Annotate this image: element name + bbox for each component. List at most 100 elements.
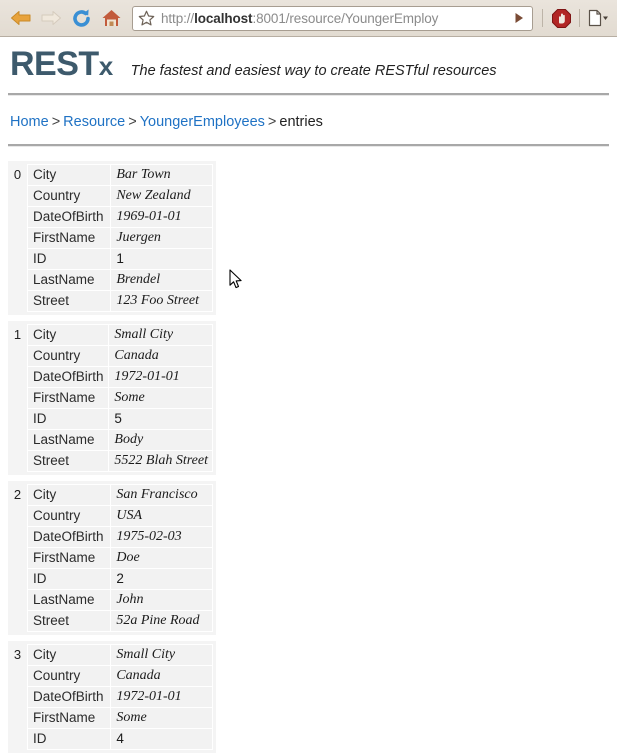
field-value: 1975-02-03	[111, 527, 212, 547]
entry-index: 1	[13, 327, 22, 342]
url-text[interactable]: http://localhost:8001/resource/YoungerEm…	[161, 11, 508, 26]
table-row: FirstName Doe	[28, 548, 212, 568]
entry-fields-table: City San Francisco Country USA DateOfBirth 19…	[27, 484, 213, 632]
field-key: Street	[28, 451, 109, 471]
field-value: New Zealand	[111, 186, 212, 206]
field-key: ID	[28, 569, 111, 589]
entry-index: 3	[13, 647, 22, 662]
breadcrumb-separator: >	[51, 114, 61, 130]
breadcrumb-separator: >	[128, 114, 137, 130]
breadcrumb-separator: >	[267, 114, 277, 130]
table-row: ID 4	[28, 729, 212, 749]
adblock-stop-icon	[551, 8, 571, 28]
entry-index: 2	[13, 487, 22, 502]
page-body: RESTx The fastest and easiest way to cre…	[0, 37, 617, 753]
browser-toolbar: http://localhost:8001/resource/YoungerEm…	[0, 0, 617, 37]
breadcrumb-item-youngeremployees[interactable]: YoungerEmployees	[140, 114, 265, 130]
table-row: DateOfBirth 1972-01-01	[28, 367, 212, 387]
breadcrumb: Home > Resource > YoungerEmployees > entries	[8, 96, 609, 144]
table-row: LastName Brendel	[28, 270, 212, 290]
field-key: LastName	[28, 270, 111, 290]
field-value: Small City	[109, 325, 212, 345]
field-value: 4	[111, 729, 212, 749]
field-value: San Francisco	[111, 485, 212, 505]
field-key: FirstName	[28, 548, 111, 568]
field-key: City	[28, 485, 111, 505]
toolbar-divider	[542, 9, 543, 27]
table-row: ID 2	[28, 569, 212, 589]
table-row: FirstName Some	[28, 388, 212, 408]
table-row: ID 1	[28, 249, 212, 269]
field-key: Country	[28, 506, 111, 526]
field-value: USA	[111, 506, 212, 526]
field-key: Street	[28, 291, 111, 311]
site-header: RESTx The fastest and easiest way to cre…	[8, 37, 609, 81]
entry-fields-table: City Bar Town Country New Zealand DateOfBirt…	[27, 164, 213, 312]
table-row: FirstName Some	[28, 708, 212, 728]
page-dropdown-icon	[588, 9, 608, 27]
breadcrumb-item-home[interactable]: Home	[10, 114, 49, 130]
table-row: Country Canada	[28, 666, 212, 686]
site-title-main: REST	[10, 45, 99, 83]
table-row: Country Canada	[28, 346, 212, 366]
star-icon[interactable]	[138, 10, 155, 27]
table-row: City Bar Town	[28, 165, 212, 185]
toolbar-divider-2	[579, 9, 580, 27]
url-rest: :8001/resource/YoungerEmploy	[252, 10, 439, 26]
forward-button[interactable]	[36, 3, 66, 33]
field-value: 5	[109, 409, 212, 429]
field-value: John	[111, 590, 212, 610]
field-key: ID	[28, 249, 111, 269]
go-button[interactable]	[508, 7, 530, 30]
address-bar[interactable]: http://localhost:8001/resource/YoungerEm…	[132, 5, 533, 31]
entry-fields-table: City Small City Country Canada DateOfBirth 19…	[27, 324, 213, 472]
table-row: Street 52a Pine Road	[28, 611, 212, 631]
field-key: Country	[28, 186, 111, 206]
table-row: City San Francisco	[28, 485, 212, 505]
field-key: DateOfBirth	[28, 527, 111, 547]
table-row: City Small City	[28, 325, 212, 345]
table-row: Country USA	[28, 506, 212, 526]
field-value: Brendel	[111, 270, 212, 290]
reload-icon	[72, 9, 90, 27]
field-key: Country	[28, 346, 109, 366]
home-icon	[102, 9, 120, 26]
field-key: DateOfBirth	[28, 367, 109, 387]
adblock-button[interactable]	[548, 4, 574, 32]
field-value: 1	[111, 249, 212, 269]
field-value: 1972-01-01	[111, 687, 212, 707]
field-value: Bar Town	[111, 165, 212, 185]
entry-record: 0 City Bar Town Country New Zealand DateOfBir…	[8, 161, 216, 315]
field-key: FirstName	[28, 228, 111, 248]
arrow-left-icon	[11, 11, 31, 25]
breadcrumb-item-resource[interactable]: Resource	[63, 114, 125, 130]
url-host: localhost	[194, 10, 253, 26]
table-row: FirstName Juergen	[28, 228, 212, 248]
table-row: DateOfBirth 1972-01-01	[28, 687, 212, 707]
field-key: Country	[28, 666, 111, 686]
site-tagline: The fastest and easiest way to create RE…	[130, 63, 497, 79]
field-value: 5522 Blah Street	[109, 451, 212, 471]
field-value: Doe	[111, 548, 212, 568]
home-button[interactable]	[96, 3, 126, 33]
field-value: Canada	[109, 346, 212, 366]
arrow-right-icon	[41, 11, 61, 25]
site-title-suffix: x	[98, 51, 113, 81]
table-row: ID 5	[28, 409, 212, 429]
table-row: DateOfBirth 1969-01-01	[28, 207, 212, 227]
field-value: Body	[109, 430, 212, 450]
back-button[interactable]	[6, 3, 36, 33]
table-row: Street 5522 Blah Street	[28, 451, 212, 471]
entry-record: 2 City San Francisco Country USA DateOfBirth 1…	[8, 481, 216, 635]
reload-button[interactable]	[66, 3, 96, 33]
field-key: ID	[28, 409, 109, 429]
field-key: City	[28, 325, 109, 345]
field-value: 52a Pine Road	[111, 611, 212, 631]
site-title: RESTx	[10, 47, 113, 81]
field-key: Street	[28, 611, 111, 631]
field-value: Canada	[111, 666, 212, 686]
page-menu-button[interactable]	[585, 4, 611, 32]
field-value: 1969-01-01	[111, 207, 212, 227]
table-row: LastName Body	[28, 430, 212, 450]
table-row: DateOfBirth 1975-02-03	[28, 527, 212, 547]
